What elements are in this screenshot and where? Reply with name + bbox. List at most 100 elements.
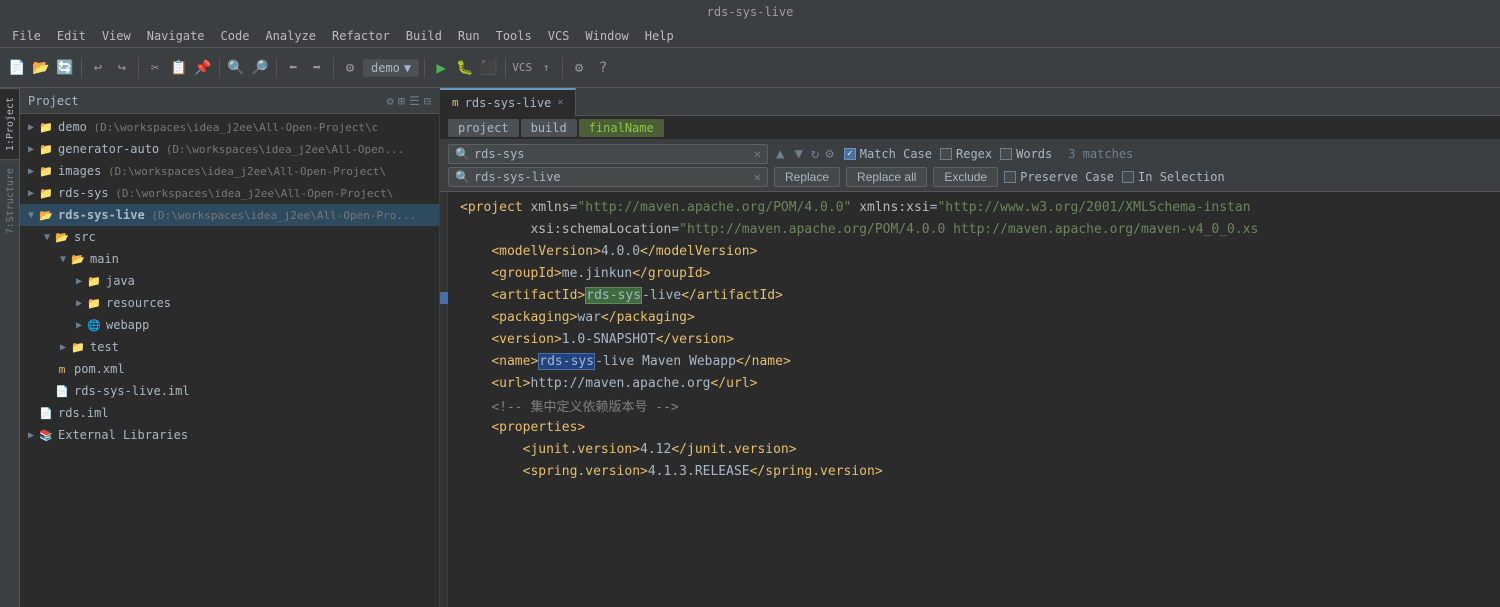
- help-toolbar-btn[interactable]: ?: [592, 57, 614, 79]
- panel-header-icons: ⚙ ⊞ ☰ ⊟: [387, 94, 431, 108]
- tree-item-resources[interactable]: ▶ 📁 resources: [20, 292, 439, 314]
- tree-item-generator[interactable]: ▶ 📁 generator-auto (D:\workspaces\idea_j…: [20, 138, 439, 160]
- search-clear-btn[interactable]: ✕: [754, 147, 761, 161]
- in-selection-option[interactable]: In Selection: [1122, 170, 1225, 184]
- preserve-case-label: Preserve Case: [1020, 170, 1114, 184]
- search-down-btn[interactable]: ▼: [792, 146, 804, 162]
- panel-gear-icon[interactable]: ⚙: [387, 94, 394, 108]
- exclude-btn[interactable]: Exclude: [933, 167, 998, 187]
- sync-btn[interactable]: 🔄: [54, 57, 76, 79]
- replace-clear-btn[interactable]: ✕: [754, 170, 761, 184]
- tab-close-btn[interactable]: ✕: [557, 97, 563, 108]
- tree-item-java[interactable]: ▶ 📁 java: [20, 270, 439, 292]
- replace-btn[interactable]: Replace: [774, 167, 840, 187]
- undo-btn[interactable]: ↩: [87, 57, 109, 79]
- tree-item-pom[interactable]: ▶ m pom.xml: [20, 358, 439, 380]
- vtab-project[interactable]: 1:Project: [0, 88, 19, 159]
- in-selection-checkbox[interactable]: [1122, 171, 1134, 183]
- find-btn[interactable]: 🔍: [225, 57, 247, 79]
- tree-arrow-rds-sys: ▶: [24, 188, 38, 199]
- menu-run[interactable]: Run: [450, 27, 488, 45]
- tree-item-demo[interactable]: ▶ 📁 demo (D:\workspaces\idea_j2ee\All-Op…: [20, 116, 439, 138]
- copy-btn[interactable]: 📋: [168, 57, 190, 79]
- preserve-case-checkbox[interactable]: [1004, 171, 1016, 183]
- code-fold-marker[interactable]: [440, 292, 448, 304]
- line-gutter: [440, 192, 448, 607]
- search-refresh-btn[interactable]: ↻: [811, 146, 819, 162]
- menu-edit[interactable]: Edit: [49, 27, 94, 45]
- search-input[interactable]: [474, 147, 750, 161]
- tree-item-rds-sys[interactable]: ▶ 📁 rds-sys (D:\workspaces\idea_j2ee\All…: [20, 182, 439, 204]
- replace-all-btn[interactable]: Replace all: [846, 167, 927, 187]
- replace-input[interactable]: [474, 170, 750, 184]
- tree-item-src[interactable]: ▼ 📂 src: [20, 226, 439, 248]
- structure-btn[interactable]: ⚙: [339, 57, 361, 79]
- menu-code[interactable]: Code: [213, 27, 258, 45]
- tree-item-test[interactable]: ▶ 📁 test: [20, 336, 439, 358]
- panel-arrow-icon[interactable]: ⊞: [398, 94, 405, 108]
- debug-btn[interactable]: 🐛: [454, 57, 476, 79]
- breadcrumb-build[interactable]: build: [521, 119, 577, 137]
- preserve-case-option[interactable]: Preserve Case: [1004, 170, 1114, 184]
- new-file-btn[interactable]: 📄: [6, 57, 28, 79]
- search-up-btn[interactable]: ▲: [774, 146, 786, 162]
- words-checkbox[interactable]: [1000, 148, 1012, 160]
- settings-btn[interactable]: ⚙: [568, 57, 590, 79]
- tree-item-rds-sys-live[interactable]: ▼ 📂 rds-sys-live (D:\workspaces\idea_j2e…: [20, 204, 439, 226]
- redo-btn[interactable]: ↪: [111, 57, 133, 79]
- tree-item-images[interactable]: ▶ 📁 images (D:\workspaces\idea_j2ee\All-…: [20, 160, 439, 182]
- find-prev-btn[interactable]: 🔎: [249, 57, 271, 79]
- search-input-wrap[interactable]: 🔍 ✕: [448, 144, 768, 164]
- paste-btn[interactable]: 📌: [192, 57, 214, 79]
- menu-file[interactable]: File: [4, 27, 49, 45]
- menu-vcs[interactable]: VCS: [540, 27, 578, 45]
- breadcrumb-finalname[interactable]: finalName: [579, 119, 664, 137]
- forward-btn[interactable]: ➡: [306, 57, 328, 79]
- vcs-commit-btn[interactable]: ↑: [535, 57, 557, 79]
- match-case-option[interactable]: ✓ Match Case: [844, 147, 932, 161]
- menu-refactor[interactable]: Refactor: [324, 27, 398, 45]
- code-area[interactable]: <project xmlns="http://maven.apache.org/…: [448, 192, 1500, 607]
- folder-icon-main: 📂: [70, 251, 86, 267]
- open-btn[interactable]: 📂: [30, 57, 52, 79]
- search-options-btn[interactable]: ⚙: [825, 146, 833, 162]
- code-line-5: <artifactId> rds-sys -live </artifactId>: [460, 284, 1488, 306]
- regex-option[interactable]: Regex: [940, 147, 992, 161]
- tree-item-main[interactable]: ▼ 📂 main: [20, 248, 439, 270]
- folder-icon-rds-sys: 📁: [38, 185, 54, 201]
- tree-item-iml[interactable]: ▶ 📄 rds-sys-live.iml: [20, 380, 439, 402]
- editor-content[interactable]: <project xmlns="http://maven.apache.org/…: [440, 192, 1500, 607]
- menu-navigate[interactable]: Navigate: [139, 27, 213, 45]
- search-options: ✓ Match Case Regex Words 3 matches: [844, 147, 1134, 161]
- cut-btn[interactable]: ✂: [144, 57, 166, 79]
- match-case-checkmark: ✓: [847, 149, 852, 159]
- panel-expand-icon[interactable]: ⊟: [424, 94, 431, 108]
- demo-selector[interactable]: demo ▼: [363, 59, 419, 77]
- tree-item-rds-iml[interactable]: ▶ 📄 rds.iml: [20, 402, 439, 424]
- vcs-update-btn[interactable]: VCS: [511, 57, 533, 79]
- vtab-structure[interactable]: 7:Structure: [0, 159, 19, 242]
- tree-arrow-generator: ▶: [24, 144, 38, 155]
- tree-item-ext-libs[interactable]: ▶ 📚 External Libraries: [20, 424, 439, 446]
- panel-filter-icon[interactable]: ☰: [409, 94, 420, 108]
- menu-build[interactable]: Build: [398, 27, 450, 45]
- match-case-checkbox[interactable]: ✓: [844, 148, 856, 160]
- folder-icon-images: 📁: [38, 163, 54, 179]
- breadcrumb-project[interactable]: project: [448, 119, 519, 137]
- menu-view[interactable]: View: [94, 27, 139, 45]
- menu-tools[interactable]: Tools: [488, 27, 540, 45]
- toolbar-sep-8: [562, 58, 563, 78]
- in-selection-label: In Selection: [1138, 170, 1225, 184]
- stop-btn[interactable]: ⬛: [478, 57, 500, 79]
- regex-checkbox[interactable]: [940, 148, 952, 160]
- words-label: Words: [1016, 147, 1052, 161]
- tab-rds-sys-live[interactable]: m rds-sys-live ✕: [440, 88, 576, 116]
- menu-window[interactable]: Window: [577, 27, 636, 45]
- words-option[interactable]: Words: [1000, 147, 1052, 161]
- tree-item-webapp[interactable]: ▶ 🌐 webapp: [20, 314, 439, 336]
- back-btn[interactable]: ⬅: [282, 57, 304, 79]
- run-btn[interactable]: ▶: [430, 57, 452, 79]
- menu-help[interactable]: Help: [637, 27, 682, 45]
- menu-analyze[interactable]: Analyze: [257, 27, 324, 45]
- replace-input-wrap[interactable]: 🔍 ✕: [448, 167, 768, 187]
